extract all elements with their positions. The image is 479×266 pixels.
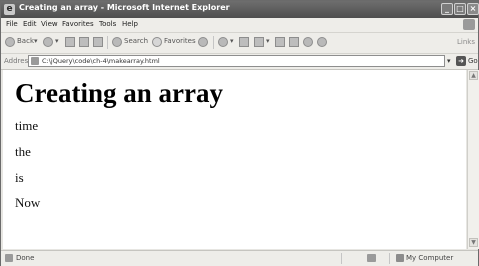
edit-icon[interactable] xyxy=(275,37,285,47)
address-dropdown-icon[interactable]: ▾ xyxy=(447,57,451,65)
menu-bar: File Edit View Favorites Tools Help xyxy=(1,18,478,33)
mail-icon[interactable] xyxy=(239,37,249,47)
maximize-button[interactable]: □ xyxy=(454,3,466,15)
forward-arrow-icon[interactable] xyxy=(43,37,53,47)
browser-window: e Creating an array - Microsoft Internet… xyxy=(0,0,479,266)
scroll-up-arrow-icon[interactable]: ▲ xyxy=(469,71,478,80)
menu-file[interactable]: File xyxy=(6,20,18,28)
page-content: Creating an array time the is Now xyxy=(3,70,466,249)
history-dropdown-icon[interactable]: ▾ xyxy=(230,37,234,45)
search-icon[interactable] xyxy=(112,37,122,47)
print-icon[interactable] xyxy=(254,37,264,47)
address-input[interactable]: C:\jQuery\code\ch-4\makearray.html xyxy=(28,55,445,67)
menu-view[interactable]: View xyxy=(41,20,58,28)
menu-edit[interactable]: Edit xyxy=(23,20,37,28)
refresh-icon[interactable] xyxy=(79,37,89,47)
status-separator xyxy=(341,253,342,264)
stop-icon[interactable] xyxy=(65,37,75,47)
go-label: Go xyxy=(468,57,478,65)
minimize-button[interactable]: _ xyxy=(441,3,453,15)
history-icon[interactable] xyxy=(218,37,228,47)
go-arrow-icon: ➜ xyxy=(456,56,466,66)
windows-logo-icon xyxy=(463,19,475,30)
status-text: Done xyxy=(16,254,35,262)
forward-dropdown-icon[interactable]: ▾ xyxy=(55,37,59,45)
discuss-icon[interactable] xyxy=(289,37,299,47)
security-icon xyxy=(367,254,376,262)
standard-toolbar: Back ▾ ▾ Search Favorites ▾ ▾ Links xyxy=(1,33,478,54)
back-arrow-icon[interactable] xyxy=(5,37,15,47)
address-url: C:\jQuery\code\ch-4\makearray.html xyxy=(42,57,160,65)
title-bar: e Creating an array - Microsoft Internet… xyxy=(1,1,479,18)
array-item: time xyxy=(15,118,39,133)
array-item: the xyxy=(15,144,31,159)
scroll-down-arrow-icon[interactable]: ▼ xyxy=(469,238,478,247)
page-heading: Creating an array xyxy=(15,78,223,108)
page-done-icon xyxy=(5,254,13,262)
address-bar: Address C:\jQuery\code\ch-4\makearray.ht… xyxy=(1,54,478,70)
status-separator xyxy=(389,253,390,264)
menu-favorites[interactable]: Favorites xyxy=(62,20,94,28)
search-button-label[interactable]: Search xyxy=(124,37,148,45)
menu-tools[interactable]: Tools xyxy=(99,20,116,28)
media-icon[interactable] xyxy=(198,37,208,47)
favorites-star-icon[interactable] xyxy=(152,37,162,47)
security-zone-label: My Computer xyxy=(406,254,454,262)
links-label[interactable]: Links xyxy=(457,38,475,46)
window-title: Creating an array - Microsoft Internet E… xyxy=(19,3,230,12)
research-icon[interactable] xyxy=(317,37,327,47)
favorites-button-label[interactable]: Favorites xyxy=(164,37,196,45)
internet-explorer-icon: e xyxy=(4,4,15,15)
computer-zone-icon xyxy=(396,254,404,262)
messenger-icon[interactable] xyxy=(303,37,313,47)
array-item: Now xyxy=(15,195,41,210)
home-icon[interactable] xyxy=(93,37,103,47)
vertical-scrollbar[interactable]: ▲ ▼ xyxy=(467,70,479,249)
go-button[interactable]: ➜ Go xyxy=(456,56,478,67)
page-icon xyxy=(31,57,39,65)
back-dropdown-icon[interactable]: ▾ xyxy=(34,37,38,45)
status-bar: Done My Computer xyxy=(1,250,478,266)
close-button[interactable]: × xyxy=(467,3,479,15)
toolbar-separator xyxy=(213,36,214,49)
menu-help[interactable]: Help xyxy=(122,20,138,28)
array-item: is xyxy=(15,170,24,185)
back-button-label[interactable]: Back xyxy=(17,37,34,45)
toolbar-separator xyxy=(107,36,108,49)
print-dropdown-icon[interactable]: ▾ xyxy=(266,37,270,45)
